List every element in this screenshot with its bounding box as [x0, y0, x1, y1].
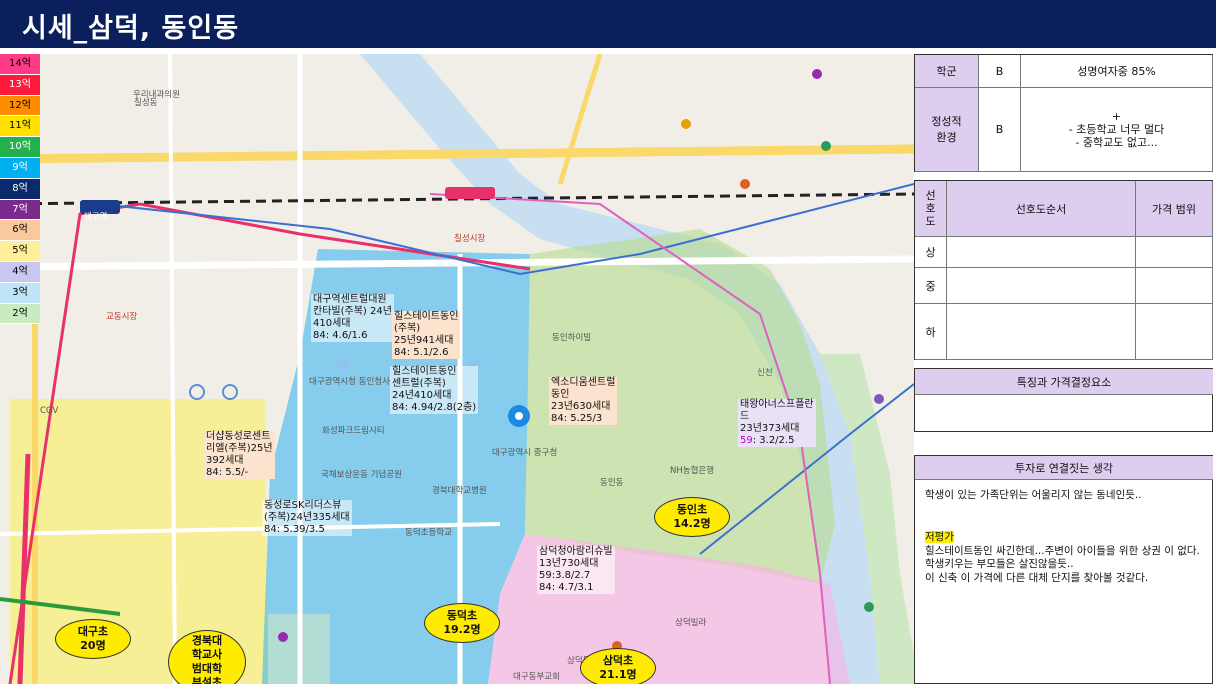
legend-item: 4억 — [0, 261, 40, 283]
investment-note-block: 저평가 힐스테이트동인 싸긴한데...주변이 아이들을 위한 상권 이 없다. … — [925, 531, 1200, 584]
complex-label: 삼덕청아람리슈빌 13년730세대 59:3.8/2.7 84: 4.7/3.1 — [537, 546, 615, 594]
complex-label: 엑소디움센트럴 동인 23년630세대 84: 5.25/3 — [549, 377, 618, 425]
page-title: 시세_삼덕, 동인동 — [22, 13, 240, 44]
legend-item: 2억 — [0, 303, 40, 325]
legend-item: 6억 — [0, 220, 40, 242]
map-label: 칠성시장 — [454, 234, 486, 244]
pref-col-header: 선 호 도 — [915, 181, 947, 237]
grade-cell: B — [979, 55, 1021, 88]
legend-item: 12억 — [0, 95, 40, 117]
pref-order-header: 선호도순서 — [947, 181, 1136, 237]
complex-label: 더샵동성로센트 리엘(주복)25년 392세대 84: 5.5/- — [204, 431, 275, 479]
school-badge: 동인초 14.2명 — [654, 497, 730, 537]
map-label: NH농협은행 — [670, 466, 715, 476]
highlight-undervalued: 저평가 — [925, 531, 954, 543]
school-badge: 삼덕초 21.1명 — [580, 648, 656, 684]
pref-cell — [947, 268, 1136, 304]
investment-panel-title: 투자로 연결짓는 생각 — [915, 456, 1213, 480]
map-label: 동인하이빌 — [552, 333, 592, 343]
preference-table: 선 호 도 선호도순서 가격 범위 상 중 하 — [914, 180, 1213, 360]
map-label: 삼덕빌라 — [675, 618, 707, 628]
map-label: 교동시장 — [106, 312, 138, 322]
price-range-header: 가격 범위 — [1136, 181, 1213, 237]
map-label: 경북대학교병원 — [432, 486, 487, 496]
feature-panel-title: 특징과 가격결정요소 — [915, 369, 1213, 395]
feature-panel: 특징과 가격결정요소 — [914, 368, 1213, 432]
legend-item: 14억 — [0, 54, 40, 75]
map-label: 동인동 — [600, 478, 624, 488]
pref-cell — [1136, 268, 1213, 304]
school-district-table: 학군 B 성명여자중 85% 정성적 환경 B + - 초등학교 너무 멀다 -… — [914, 54, 1213, 172]
map-label: CGV — [40, 406, 59, 416]
legend-item: 5억 — [0, 241, 40, 262]
investment-note-panel: 투자로 연결짓는 생각 학생이 있는 가족단위는 어울리지 않는 동네인듯.. … — [914, 455, 1213, 684]
row-header: 정성적 환경 — [915, 88, 979, 172]
legend-item: 9억 — [0, 157, 40, 179]
complex-label: 힐스테이트동인 센트럴(주복) 24년410세대 84: 4.94/2.8(2층… — [390, 366, 479, 414]
pref-cell — [947, 237, 1136, 268]
investment-note-line: 학생이 있는 가족단위는 어울리지 않는 동네인듯.. — [925, 489, 1142, 501]
map-label: 우리내과의원 — [133, 90, 180, 100]
map-view[interactable]: 칠성동 대구역 대구광역시청 동인청사 대구광역시 중구청 동인동 삼덕동 경북… — [0, 54, 914, 684]
pref-rank-low: 하 — [915, 304, 947, 360]
map-label: 신천 — [757, 368, 773, 378]
map-label: 대구광역시청 동인청사 — [309, 377, 390, 387]
map-label: 대구동부교회 — [513, 672, 560, 682]
pref-cell — [1136, 237, 1213, 268]
desc-cell: + - 초등학교 너무 멀다 - 중학교도 없고... — [1021, 88, 1213, 172]
legend-item: 11억 — [0, 116, 40, 138]
legend-item: 13억 — [0, 74, 40, 96]
grade-cell: B — [979, 88, 1021, 172]
complex-label: 힐스테이트동인 (주복) 25년941세대 84: 5.1/2.6 — [392, 311, 461, 359]
price-legend: 14억 13억 12억 11억 10억 9억 8억 7억 6억 5억 4억 3억 2억 — [0, 54, 40, 325]
map-label: 화성파크드림시티 — [322, 426, 385, 436]
complex-label: 태왕아너스프플란 드 23년373세대 59: 3.2/2.5 — [738, 399, 816, 447]
pref-cell — [947, 304, 1136, 360]
school-badge: 동덕초 19.2명 — [424, 603, 500, 643]
complex-label: 동성로SK리더스뷰 (주복)24년335세대 84: 5.39/3.5 — [262, 500, 352, 536]
map-label: 동덕초등학교 — [405, 528, 452, 538]
pref-cell — [1136, 304, 1213, 360]
pref-rank-mid: 중 — [915, 268, 947, 304]
legend-item: 10억 — [0, 137, 40, 158]
pref-rank-high: 상 — [915, 237, 947, 268]
row-header: 학군 — [915, 55, 979, 88]
legend-item: 8억 — [0, 178, 40, 200]
legend-item: 7억 — [0, 199, 40, 221]
map-label: 대구광역시 중구청 — [492, 448, 558, 458]
map-label: 국채보상운동 기념공원 — [321, 470, 402, 480]
school-badge: 대구초 20명 — [55, 619, 131, 659]
legend-item: 3억 — [0, 282, 40, 304]
map-label: 대구역 — [84, 212, 108, 222]
desc-cell: 성명여자중 85% — [1021, 55, 1213, 88]
title-bar: 시세_삼덕, 동인동 — [0, 0, 1216, 48]
complex-label: 대구역센트럴대원 칸타빌(주복) 24년 410세대 84: 4.6/1.6 — [311, 294, 394, 342]
